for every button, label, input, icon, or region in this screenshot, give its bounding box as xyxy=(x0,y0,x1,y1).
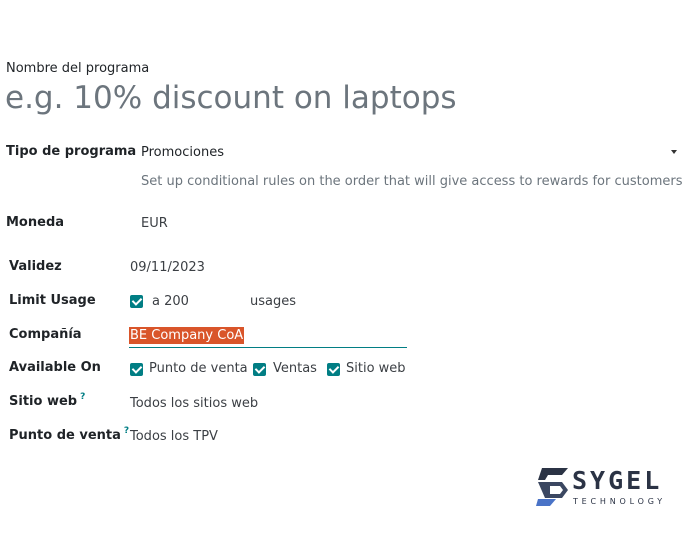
website-field[interactable]: Todos los sitios web xyxy=(130,396,258,411)
currency-value[interactable]: EUR xyxy=(141,216,168,231)
available-on-label: Available On xyxy=(9,360,101,375)
limit-usage-max-field[interactable]: a 200 xyxy=(152,294,189,309)
company-label: Compañía xyxy=(9,327,82,342)
currency-label: Moneda xyxy=(6,215,65,230)
available-website-label[interactable]: Sitio web xyxy=(346,361,406,376)
available-website-checkbox[interactable] xyxy=(327,363,340,376)
pos-label-text: Punto de venta xyxy=(9,428,121,443)
sygel-logo-tagline: TECHNOLOGY xyxy=(573,497,666,506)
program-type-select[interactable]: Promociones xyxy=(141,145,224,160)
chevron-down-icon[interactable] xyxy=(671,150,677,154)
available-sales-checkbox[interactable] xyxy=(253,363,266,376)
program-type-label: Tipo de programa xyxy=(6,144,137,159)
company-field-underline xyxy=(129,347,407,348)
sygel-logo-name: SYGEL xyxy=(572,466,663,495)
pos-field[interactable]: Todos los TPV xyxy=(130,429,218,444)
sygel-logo: SYGEL TECHNOLOGY xyxy=(536,466,676,510)
validity-label: Validez xyxy=(9,259,62,274)
available-pos-label[interactable]: Punto de venta xyxy=(149,361,248,376)
program-type-help-text: Set up conditional rules on the order th… xyxy=(141,174,683,189)
pos-label: Punto de venta? xyxy=(9,426,129,443)
help-icon[interactable]: ? xyxy=(124,426,129,436)
validity-date-field[interactable]: 09/11/2023 xyxy=(130,260,205,275)
limit-usage-checkbox[interactable] xyxy=(130,295,143,308)
website-label: Sitio web? xyxy=(9,392,85,409)
sygel-logo-mark-icon xyxy=(536,468,568,506)
limit-usage-suffix: usages xyxy=(250,294,297,309)
limit-usage-label: Limit Usage xyxy=(9,293,96,308)
company-field[interactable]: BE Company CoA xyxy=(129,327,245,344)
available-sales-label[interactable]: Ventas xyxy=(273,361,317,376)
website-label-text: Sitio web xyxy=(9,394,78,409)
program-name-label: Nombre del programa xyxy=(6,61,150,76)
help-icon[interactable]: ? xyxy=(80,392,85,402)
program-name-input[interactable]: e.g. 10% discount on laptops xyxy=(5,80,457,116)
available-pos-checkbox[interactable] xyxy=(130,363,143,376)
